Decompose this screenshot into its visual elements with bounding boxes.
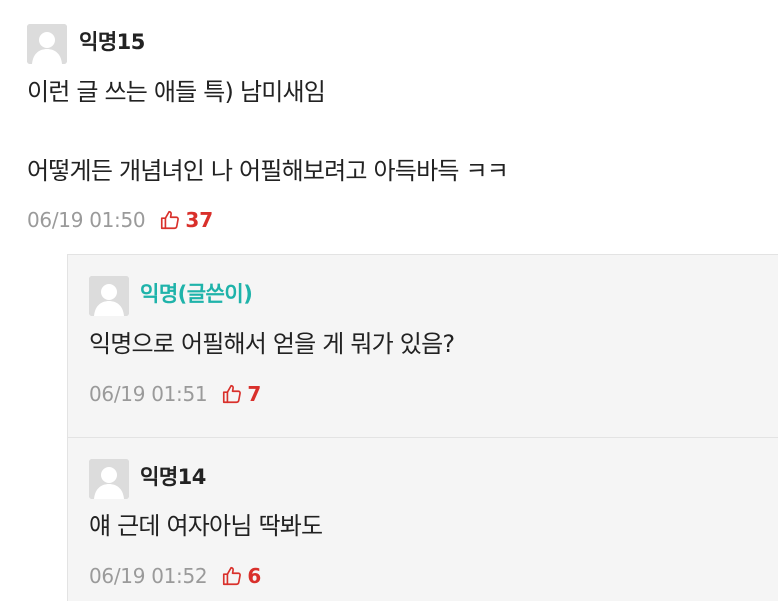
comment-text-line: 어떻게든 개념녀인 나 어필해보려고 아득바득 ㅋㅋ — [27, 157, 509, 185]
like-button[interactable]: 7 — [221, 382, 261, 406]
reply-meta: 06/19 01:51 7 — [89, 379, 261, 409]
thumbs-up-icon[interactable] — [221, 383, 243, 405]
reply-nickname[interactable]: 익명14 — [140, 464, 206, 490]
reply-item: 익명(글쓴이) 익명으로 어필해서 얻을 게 뭐가 있음? 06/19 01:5… — [67, 254, 778, 437]
reply-item: 익명14 얘 근데 여자아님 딱봐도 06/19 01:52 6 — [67, 437, 778, 601]
like-button[interactable]: 37 — [159, 208, 213, 232]
reply-timestamp: 06/19 01:51 — [89, 382, 208, 406]
thumbs-up-icon[interactable] — [221, 565, 243, 587]
default-avatar-icon[interactable] — [27, 24, 67, 64]
like-button[interactable]: 6 — [221, 564, 261, 588]
comment-meta: 06/19 01:50 37 — [27, 205, 213, 235]
like-count: 7 — [247, 382, 262, 406]
thumbs-up-icon[interactable] — [159, 209, 181, 231]
like-count: 37 — [185, 208, 214, 232]
reply-text: 얘 근데 여자아님 딱봐도 — [89, 512, 323, 540]
default-avatar-icon[interactable] — [89, 459, 129, 499]
comment-timestamp: 06/19 01:50 — [27, 208, 146, 232]
reply-text: 익명으로 어필해서 얻을 게 뭐가 있음? — [89, 330, 455, 358]
reply-author-nickname[interactable]: 익명(글쓴이) — [140, 281, 253, 307]
reply-meta: 06/19 01:52 6 — [89, 561, 261, 591]
like-count: 6 — [247, 564, 262, 588]
comment-nickname[interactable]: 익명15 — [79, 29, 145, 55]
comment-text-line: 이런 글 쓰는 애들 특) 남미새임 — [27, 78, 326, 106]
default-avatar-icon[interactable] — [89, 276, 129, 316]
reply-timestamp: 06/19 01:52 — [89, 564, 208, 588]
